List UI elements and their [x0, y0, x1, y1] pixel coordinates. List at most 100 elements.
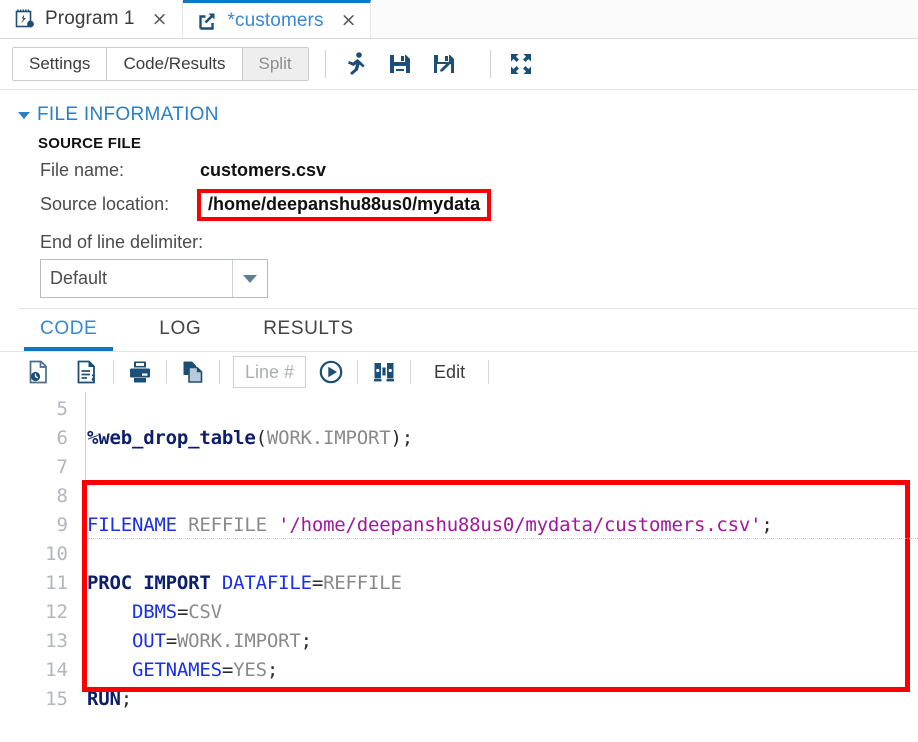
chevron-down-icon[interactable]: [232, 260, 267, 297]
editor-divider-2: [166, 360, 167, 384]
source-file-subtitle: SOURCE FILE: [38, 135, 142, 152]
new-snippet-icon[interactable]: [26, 359, 52, 385]
source-location-row: Source location: /home/deepanshu88us0/my…: [40, 189, 918, 223]
code-text: RUN;: [78, 688, 918, 710]
code-line[interactable]: 6 %web_drop_table(WORK.IMPORT);: [0, 423, 918, 452]
editor-divider-1: [113, 360, 114, 384]
line-number-placeholder: Line #: [245, 361, 295, 382]
line-number: 15: [45, 687, 68, 710]
code-token: ;: [401, 426, 413, 449]
eol-delimiter-value: Default: [50, 268, 108, 288]
source-location-label: Source location:: [40, 194, 170, 214]
code-token: RUN: [87, 687, 121, 710]
code-line[interactable]: 12 DBMS=CSV: [0, 597, 918, 626]
code-text: DBMS=CSV: [78, 601, 918, 623]
close-icon[interactable]: ×: [144, 9, 170, 29]
file-name-label: File name:: [40, 160, 125, 180]
code-line[interactable]: 9 FILENAME REFFILE '/home/deepanshu88us0/…: [0, 510, 918, 539]
code-lines: 5 6 %web_drop_table(WORK.IMPORT); 7 8 9 FILENA…: [0, 394, 918, 713]
line-number: 10: [45, 542, 68, 565]
code-token: REFFILE: [323, 571, 402, 594]
code-token: DBMS: [131, 600, 177, 623]
code-line[interactable]: 10: [0, 539, 918, 568]
code-token: YES: [233, 658, 267, 681]
code-results-button[interactable]: Code/Results: [107, 48, 243, 80]
find-icon[interactable]: [371, 359, 397, 385]
editor-divider-6: [488, 360, 490, 384]
code-token: WORK.IMPORT: [176, 629, 301, 652]
document-tab-bar: Program 1 × *customers ×: [0, 0, 918, 39]
code-token: =: [221, 658, 234, 681]
source-location-value: /home/deepanshu88us0/mydata: [197, 189, 492, 221]
line-number: 13: [45, 629, 68, 652]
code-token: OUT: [131, 629, 166, 652]
tab-customers[interactable]: *customers ×: [182, 0, 372, 38]
eol-delimiter-label: End of line delimiter:: [40, 232, 204, 252]
line-number: 7: [56, 455, 68, 478]
copy-icon[interactable]: [180, 359, 206, 385]
run-icon[interactable]: [342, 50, 370, 78]
code-token: '/home/deepanshu88us0/mydata/customers.c…: [278, 513, 762, 536]
code-line[interactable]: 11 PROC IMPORT DATAFILE=REFFILE: [0, 568, 918, 597]
line-number: 8: [56, 484, 68, 507]
code-text: %web_drop_table(WORK.IMPORT);: [78, 427, 918, 449]
code-line[interactable]: 7: [0, 452, 918, 481]
print-icon[interactable]: [127, 359, 153, 385]
code-line[interactable]: 14 GETNAMES=YES;: [0, 655, 918, 684]
editor-divider-4: [357, 360, 359, 384]
code-token: GETNAMES: [131, 658, 222, 681]
code-line[interactable]: 8: [0, 481, 918, 510]
tab-results[interactable]: RESULTS: [247, 318, 369, 351]
tab-code[interactable]: CODE: [24, 318, 114, 351]
code-line[interactable]: 5: [0, 394, 918, 423]
file-information-header[interactable]: FILE INFORMATION: [18, 104, 918, 126]
line-number: 5: [56, 397, 68, 420]
code-token: ;: [120, 687, 132, 710]
format-code-icon[interactable]: [74, 359, 100, 385]
code-token: =: [311, 571, 324, 594]
result-tab-bar: CODE LOG RESULTS: [0, 309, 918, 352]
split-button[interactable]: Split: [242, 48, 308, 80]
tab-label: *customers: [227, 9, 324, 31]
toolbar-divider-2: [489, 50, 491, 78]
mode-toolbar: Settings Code/Results Split: [0, 39, 918, 90]
code-token: ;: [761, 513, 773, 536]
code-token: (: [255, 426, 267, 449]
code-token: PROC IMPORT: [87, 571, 211, 594]
file-name-row: File name: customers.csv: [40, 160, 918, 189]
line-number-input[interactable]: Line #: [233, 356, 307, 388]
tab-log[interactable]: LOG: [143, 318, 217, 351]
code-token: ;: [266, 658, 279, 681]
code-token: ;: [300, 629, 312, 652]
tab-program-1[interactable]: Program 1 ×: [0, 0, 183, 38]
code-text: FILENAME REFFILE '/home/deepanshu88us0/m…: [78, 514, 918, 536]
code-token: =: [176, 600, 189, 623]
sas-program-icon: [14, 8, 36, 30]
run-code-icon[interactable]: [318, 359, 344, 385]
line-number: 9: [56, 513, 68, 536]
code-line[interactable]: 15 RUN;: [0, 684, 918, 713]
import-task-icon: [197, 10, 219, 32]
code-token: CSV: [188, 600, 222, 623]
code-token: REFFILE: [188, 513, 267, 536]
settings-button[interactable]: Settings: [13, 48, 108, 80]
view-mode-segmented-control: Settings Code/Results Split: [12, 47, 309, 81]
code-token: =: [165, 629, 177, 652]
save-as-icon[interactable]: [430, 50, 458, 78]
edit-menu-button[interactable]: Edit: [424, 362, 475, 383]
code-line[interactable]: 13 OUT=WORK.IMPORT;: [0, 626, 918, 655]
close-icon[interactable]: ×: [333, 11, 359, 30]
maximize-icon[interactable]: [507, 50, 535, 78]
file-information-panel: FILE INFORMATION SOURCE FILE File name: …: [0, 90, 918, 309]
chevron-down-icon: [18, 111, 30, 119]
file-name-value: customers.csv: [200, 160, 327, 180]
eol-delimiter-select[interactable]: Default: [40, 259, 268, 298]
code-token: WORK.IMPORT: [266, 426, 391, 449]
statement-separator-1: [88, 538, 918, 539]
code-editor[interactable]: 5 6 %web_drop_table(WORK.IMPORT); 7 8 9 FILENA…: [0, 392, 918, 713]
save-icon[interactable]: [386, 50, 414, 78]
